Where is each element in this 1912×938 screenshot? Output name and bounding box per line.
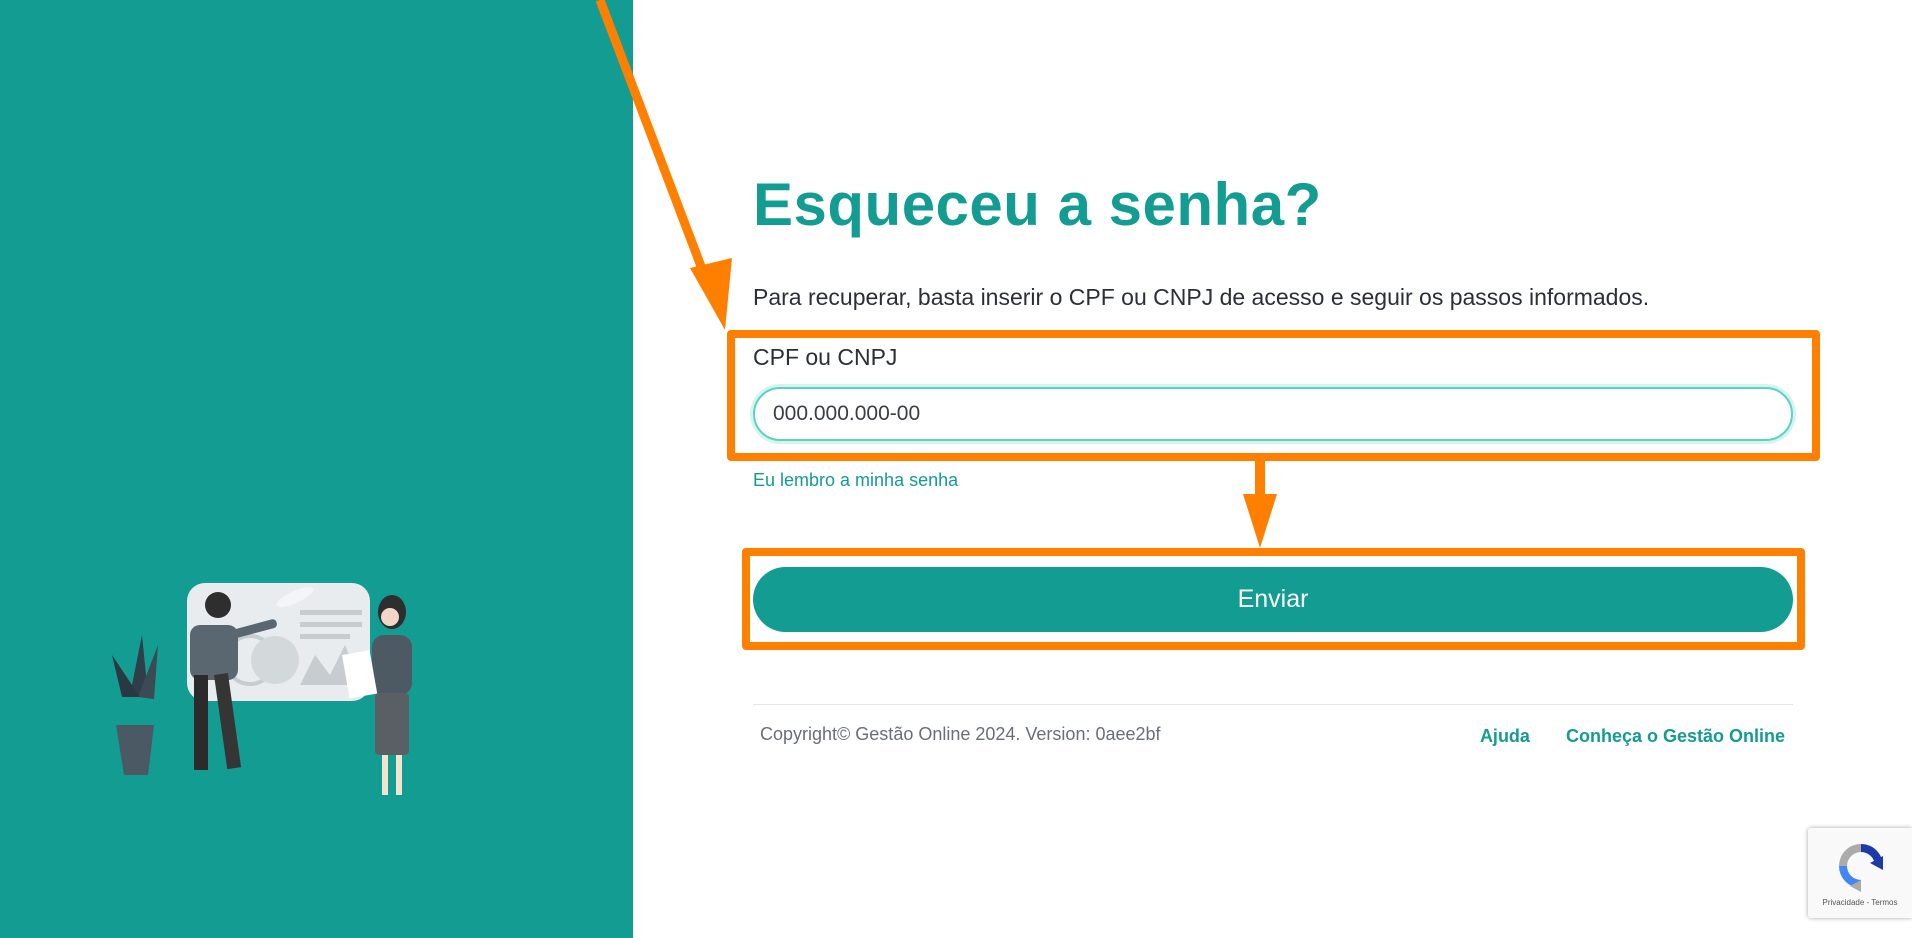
recaptcha-terms[interactable]: Privacidade - Termos [1808,898,1912,907]
submit-button[interactable]: Enviar [753,567,1793,632]
left-brand-panel [0,0,633,938]
recaptcha-badge[interactable]: Privacidade - Termos [1808,828,1912,918]
footer-divider [753,704,1793,705]
cpf-cnpj-input[interactable] [753,387,1793,441]
footer-links: Ajuda Conheça o Gestão Online [1480,726,1785,747]
page-title: Esqueceu a senha? [753,171,1322,238]
cpf-cnpj-label: CPF ou CNPJ [753,344,898,370]
remember-password-link[interactable]: Eu lembro a minha senha [753,470,958,491]
instructions-text: Para recuperar, basta inserir o CPF ou C… [753,284,1650,310]
help-link[interactable]: Ajuda [1480,726,1530,747]
copyright-text: Copyright© Gestão Online 2024. Version: … [760,724,1161,744]
page: Esqueceu a senha? Para recuperar, basta … [0,0,1912,938]
about-gestao-online-link[interactable]: Conheça o Gestão Online [1566,726,1785,747]
people-presentation-illustration [112,583,412,795]
recover-password-form: Esqueceu a senha? Para recuperar, basta … [753,0,1793,938]
recaptcha-icon [1839,844,1883,892]
